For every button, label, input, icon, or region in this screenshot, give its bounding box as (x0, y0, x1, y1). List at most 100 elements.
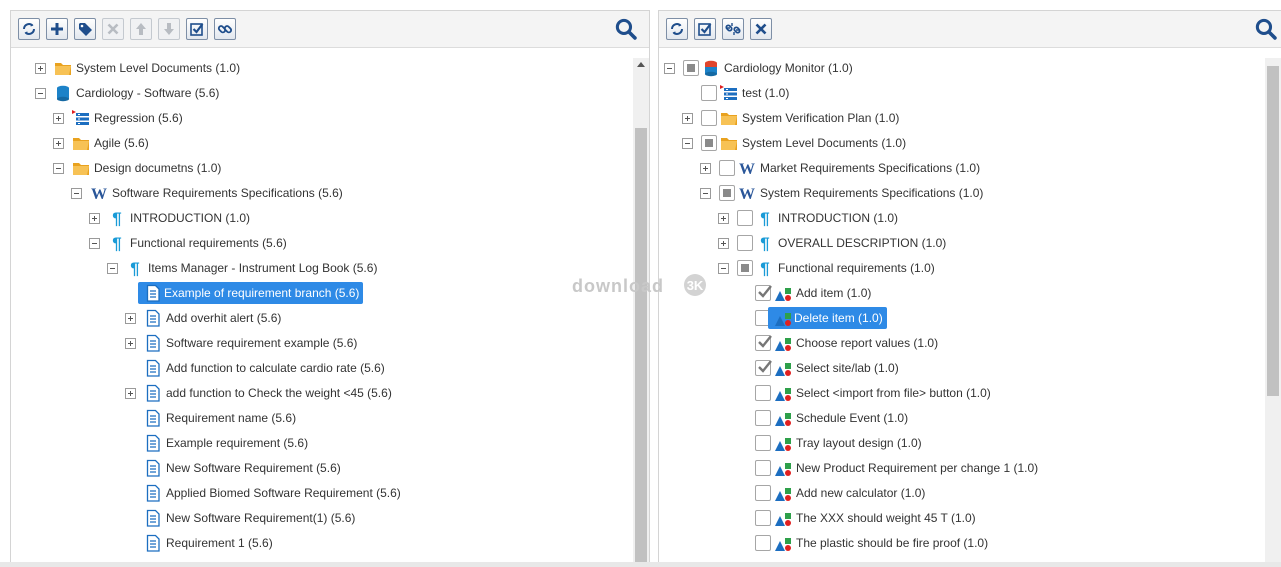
tree-row[interactable]: Choose report values (1.0) (659, 332, 1265, 354)
tree-row[interactable]: New Software Requirement (5.6) (11, 457, 633, 479)
tree-checkbox[interactable] (755, 535, 771, 551)
tree-row[interactable]: Delete item (1.0) (659, 307, 1265, 329)
tree-item-label[interactable]: New Software Requirement(1) (5.6) (164, 507, 357, 529)
tree-item-label[interactable]: Tray layout design (1.0) (794, 432, 924, 454)
tree-row[interactable]: The plastic should be fire proof (1.0) (659, 532, 1265, 554)
tree-row[interactable]: Schedule Event (1.0) (659, 407, 1265, 429)
expand-toggle-icon[interactable] (682, 113, 693, 124)
check-button[interactable] (186, 18, 208, 40)
tree-row[interactable]: Design documetns (1.0) (11, 157, 633, 179)
add-button[interactable] (46, 18, 68, 40)
collapse-toggle-icon[interactable] (700, 188, 711, 199)
scrollbar-thumb[interactable] (1267, 66, 1279, 396)
tree-item-label[interactable]: Add item (1.0) (794, 282, 873, 304)
tree-item-label[interactable]: Example requirement (5.6) (164, 432, 310, 454)
tree-item-label[interactable]: System Requirements Specifications (1.0) (758, 182, 985, 204)
tree-row[interactable]: W Market Requirements Specifications (1.0… (659, 157, 1265, 179)
tree-checkbox[interactable] (701, 135, 717, 151)
tree-item-label[interactable]: System Verification Plan (1.0) (740, 107, 901, 129)
tree-row[interactable]: Add item (1.0) (659, 282, 1265, 304)
tag-button[interactable] (74, 18, 96, 40)
tree-row[interactable]: Tray layout design (1.0) (659, 432, 1265, 454)
tree-item-label[interactable]: Software Requirements Specifications (5.… (110, 182, 345, 204)
tree-row[interactable]: Add function to calculate cardio rate (5… (11, 357, 633, 379)
tree-row[interactable]: System Level Documents (1.0) (11, 57, 633, 79)
tree-item-label[interactable]: Example of requirement branch (5.6) (138, 282, 364, 304)
tree-item-label[interactable]: System Level Documents (1.0) (740, 132, 908, 154)
tree-checkbox[interactable] (755, 335, 772, 351)
tree-row[interactable]: ¶ INTRODUCTION (1.0) (11, 207, 633, 229)
tree-item-label[interactable]: Add function to calculate cardio rate (5… (164, 357, 387, 379)
tree-checkbox[interactable] (719, 185, 735, 201)
tree-item-label[interactable]: Choose report values (1.0) (794, 332, 940, 354)
collapse-toggle-icon[interactable] (53, 163, 64, 174)
tree-item-label[interactable]: The XXX should weight 45 T (1.0) (794, 507, 978, 529)
tree-item-label[interactable]: System Level Documents (1.0) (74, 57, 242, 79)
tree-item-label[interactable]: Functional requirements (5.6) (128, 232, 289, 254)
expand-toggle-icon[interactable] (125, 313, 136, 324)
tree-item-label[interactable]: INTRODUCTION (1.0) (128, 207, 252, 229)
tree-item-label[interactable]: Select <import from file> button (1.0) (794, 382, 993, 404)
collapse-toggle-icon[interactable] (718, 263, 729, 274)
tree-checkbox[interactable] (683, 60, 699, 76)
tree-checkbox[interactable] (737, 235, 753, 251)
tree-item-label[interactable]: Select site/lab (1.0) (794, 357, 901, 379)
tree-row[interactable]: Regression (5.6) (11, 107, 633, 129)
tree-checkbox[interactable] (737, 210, 753, 226)
tree-row[interactable]: W System Requirements Specifications (1.0… (659, 182, 1265, 204)
tree-row[interactable]: Select site/lab (1.0) (659, 357, 1265, 379)
tree-row[interactable]: The XXX should weight 45 T (1.0) (659, 507, 1265, 529)
tree-row[interactable]: add function to Check the weight <45 (5.… (11, 382, 633, 404)
expand-toggle-icon[interactable] (125, 338, 136, 349)
move-down-button[interactable] (158, 18, 180, 40)
close-button[interactable] (750, 18, 772, 40)
expand-toggle-icon[interactable] (53, 113, 64, 124)
collapse-toggle-icon[interactable] (682, 138, 693, 149)
tree-checkbox[interactable] (701, 110, 717, 126)
scroll-up-arrow-icon[interactable] (637, 62, 645, 67)
search-icon[interactable] (1255, 18, 1277, 40)
tree-checkbox[interactable] (737, 260, 753, 276)
tree-item-label[interactable]: Regression (5.6) (92, 107, 185, 129)
refresh-button[interactable] (666, 18, 688, 40)
tree-row[interactable]: Software requirement example (5.6) (11, 332, 633, 354)
tree-item-label[interactable]: Add new calculator (1.0) (794, 482, 927, 504)
tree-row[interactable]: W Software Requirements Specifications (5… (11, 182, 633, 204)
tree-row[interactable]: Agile (5.6) (11, 132, 633, 154)
tree-item-label[interactable]: Software requirement example (5.6) (164, 332, 359, 354)
delete-button[interactable] (102, 18, 124, 40)
tree-item-label[interactable]: Cardiology - Software (5.6) (74, 82, 221, 104)
tree-item-label[interactable]: INTRODUCTION (1.0) (776, 207, 900, 229)
tree-checkbox[interactable] (701, 85, 717, 101)
tree-item-label[interactable]: Design documetns (1.0) (92, 157, 223, 179)
tree-item-label[interactable]: New Product Requirement per change 1 (1.… (794, 457, 1040, 479)
tree-checkbox[interactable] (755, 485, 771, 501)
collapse-toggle-icon[interactable] (71, 188, 82, 199)
tree-row[interactable]: System Verification Plan (1.0) (659, 107, 1265, 129)
tree-row[interactable]: Applied Biomed Software Requirement (5.6… (11, 482, 633, 504)
tree-row[interactable]: System Level Documents (1.0) (659, 132, 1265, 154)
tree-checkbox[interactable] (755, 435, 771, 451)
tree-checkbox[interactable] (755, 460, 771, 476)
tree-item-label[interactable]: Requirement 1 (5.6) (164, 532, 275, 554)
expand-toggle-icon[interactable] (53, 138, 64, 149)
tree-row[interactable]: Cardiology - Software (5.6) (11, 82, 633, 104)
tree-row[interactable]: Select <import from file> button (1.0) (659, 382, 1265, 404)
expand-toggle-icon[interactable] (125, 388, 136, 399)
tree-item-label[interactable]: Requirement name (5.6) (164, 407, 298, 429)
collapse-toggle-icon[interactable] (664, 63, 675, 74)
tree-row[interactable]: Example of requirement branch (5.6) (11, 282, 633, 304)
left-vertical-scrollbar[interactable] (633, 58, 649, 563)
tree-row[interactable]: ¶ OVERALL DESCRIPTION (1.0) (659, 232, 1265, 254)
tree-row[interactable]: Add overhit alert (5.6) (11, 307, 633, 329)
move-up-button[interactable] (130, 18, 152, 40)
tree-row[interactable]: New Product Requirement per change 1 (1.… (659, 457, 1265, 479)
tree-item-label[interactable]: New Software Requirement (5.6) (164, 457, 343, 479)
tree-checkbox[interactable] (719, 160, 735, 176)
tree-row[interactable]: ¶ Functional requirements (5.6) (11, 232, 633, 254)
tree-row[interactable]: New Software Requirement(1) (5.6) (11, 507, 633, 529)
tree-row[interactable]: Add new calculator (1.0) (659, 482, 1265, 504)
collapse-toggle-icon[interactable] (107, 263, 118, 274)
expand-toggle-icon[interactable] (89, 213, 100, 224)
tree-item-label[interactable]: Market Requirements Specifications (1.0) (758, 157, 982, 179)
